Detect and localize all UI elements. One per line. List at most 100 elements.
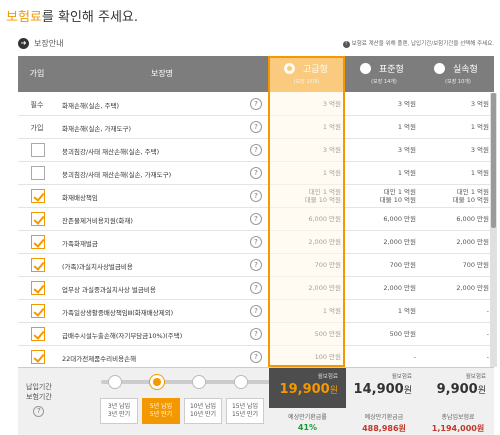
period-option-button[interactable]: 3년 납입 3년 만기 [100,398,138,424]
coverage-amount: 500 만원 [314,330,341,338]
help-icon[interactable]: ? [250,259,262,271]
coverage-checkbox[interactable] [31,350,45,364]
coverage-amount: 1 억원 [470,123,489,131]
premium-standard-plan: 월보험료 14,900원 [353,374,412,397]
period-slider-stop[interactable] [192,375,206,389]
column-join: 가입 [29,69,45,78]
coverage-amount: - [413,353,416,361]
table-row: 업무상 과실중과실치사상 벌금비용? 2,000 만원 2,000 만원 2,000 … [18,277,494,300]
coverage-amount: 1 억원 [470,169,489,177]
premium-footer: 납입기간 보험기간? 3년 납입 3년 만기 5년 납입 5년 만기 10년 납입 … [18,367,494,435]
period-option-button[interactable]: 15년 납입 15년 만기 [226,398,264,424]
info-icon: ! [342,41,350,48]
coverage-amount: 700 만원 [389,261,416,269]
plan-standard-label: 표준형 [379,65,404,75]
coverage-amount: 대인 1 억원 대물 10 억원 [452,188,489,204]
coverage-guide-link[interactable]: 보장안내 [34,38,63,49]
coverage-amount: 100 만원 [314,353,341,361]
coverage-checkbox[interactable] [31,235,45,249]
coverage-name: 화재손해(실손, 가재도구) [62,125,132,133]
period-option-button[interactable]: 10년 납입 10년 만기 [184,398,222,424]
coverage-amount: - [486,307,489,315]
help-icon[interactable]: ? [250,144,262,156]
period-slider-stop[interactable] [108,375,122,389]
table-row: 가입 화재손해(실손, 가재도구)? 1 억원 1 억원 1 억원 [18,116,494,139]
coverage-checkbox[interactable] [31,166,45,180]
coverage-amount: - [486,353,489,361]
coverage-checkbox[interactable] [31,189,45,203]
coverage-checkbox[interactable] [31,212,45,226]
plan-premium-radio[interactable] [284,63,295,74]
period-label: 납입기간 보험기간? [26,383,52,417]
coverage-name: 업무상 과실중과실치사상 벌금비용 [62,286,156,294]
plan-standard-count: (보장 14개) [371,79,397,85]
coverage-amount: 1 억원 [322,123,341,131]
period-slider-stop[interactable] [150,375,164,389]
table-header: 가입 보장명 고급형 (보장 16개) 표준형 (보장 14개) 실속형 (보장… [18,56,494,92]
coverage-name: 붕괴침강/사태 재산손해(실손, 가재도구) [62,171,172,179]
period-slider-stop[interactable] [234,375,248,389]
help-icon[interactable]: ? [250,328,262,340]
premium-basic-plan: 월보험료 9,900원 [436,374,486,397]
coverage-amount: 2,000 만원 [383,238,416,246]
plan-standard-radio[interactable] [360,63,371,74]
table-scrollbar[interactable] [490,93,497,367]
coverage-amount: 2,000 만원 [383,284,416,292]
table-row: 필수 화재손해(실손, 주택)? 3 억원 3 억원 3 억원 [18,93,494,116]
help-icon[interactable]: ? [33,406,45,417]
coverage-amount: 2,000 만원 [308,238,341,246]
coverage-amount: 3 억원 [470,100,489,108]
plan-basic[interactable]: 실속형 (보장 10개) [422,56,494,92]
coverage-checkbox[interactable] [31,143,45,157]
coverage-name: 22대가전제품수리비용손해 [62,355,137,363]
coverage-amount: 3 억원 [397,146,416,154]
help-icon[interactable]: ? [250,351,262,363]
table-row: 급배수시설누출손해(자기부담금10%)(주택)? 500 만원 500 만원 - [18,323,494,346]
help-icon[interactable]: ? [250,236,262,248]
help-icon[interactable]: ? [250,167,262,179]
join-status: 필수 [30,101,44,109]
scrollbar-thumb[interactable] [491,93,496,228]
coverage-amount: 1 억원 [322,307,341,315]
coverage-name: 붕괴침강/사태 재산손해(실손, 주택) [62,148,160,156]
coverage-checkbox[interactable] [31,304,45,318]
plan-standard[interactable]: 표준형 (보장 14개) [348,56,420,92]
coverage-checkbox[interactable] [31,281,45,295]
table-row: 잔존물제거비용지원(화재)? 6,000 만원 6,000 만원 6,000 만원 [18,208,494,231]
coverage-checkbox[interactable] [31,258,45,272]
guide-bar: ➜ 보장안내 ! 보험료 계산을 위해 플랜, 납입기간/보험기간을 선택해 주세… [18,37,494,51]
coverage-name: 화재손해(실손, 주택) [62,102,120,110]
help-icon[interactable]: ? [250,98,262,110]
help-icon[interactable]: ? [250,121,262,133]
coverage-name: 잔존물제거비용지원(화재) [62,217,133,225]
table-row: 22대가전제품수리비용손해? 100 만원 - - [18,346,494,369]
coverage-amount: 3 억원 [322,146,341,154]
plan-premium[interactable]: 고급형 (보장 16개) [269,56,344,92]
arrow-right-icon[interactable]: ➜ [18,38,29,49]
help-icon[interactable]: ? [250,282,262,294]
total-paid-premium: 총납입보험료 1,194,000원 [431,414,485,433]
help-icon[interactable]: ? [250,213,262,225]
plan-basic-radio[interactable] [434,63,445,74]
coverage-amount: 1 억원 [397,123,416,131]
coverage-amount: 대인 1 억원 대물 10 억원 [304,188,341,204]
coverage-amount: 1 억원 [322,169,341,177]
table-row: 붕괴침강/사태 재산손해(실손, 가재도구)? 1 억원 1 억원 1 억원 [18,162,494,185]
coverage-amount: - [486,330,489,338]
help-icon[interactable]: ? [250,305,262,317]
coverage-amount: 6,000 만원 [308,215,341,223]
table-row: (가족)과실치사상벌금비용? 700 만원 700 만원 700 만원 [18,254,494,277]
coverage-name: (가족)과실치사상벌금비용 [62,263,133,271]
coverage-name: 화재배상책임 [62,194,98,202]
coverage-amount: 6,000 만원 [456,215,489,223]
refund-rate: 예상만기환급률 41% [288,414,327,432]
coverage-amount: 2,000 만원 [308,284,341,292]
coverage-amount: 3 억원 [397,100,416,108]
coverage-amount: 500 만원 [389,330,416,338]
coverage-amount: 3 억원 [470,146,489,154]
period-option-button[interactable]: 5년 납입 5년 만기 [142,398,180,424]
help-icon[interactable]: ? [250,190,262,202]
coverage-checkbox[interactable] [31,327,45,341]
column-coverage: 보장명 [150,69,174,78]
table-row: 가족화재벌금? 2,000 만원 2,000 만원 2,000 만원 [18,231,494,254]
